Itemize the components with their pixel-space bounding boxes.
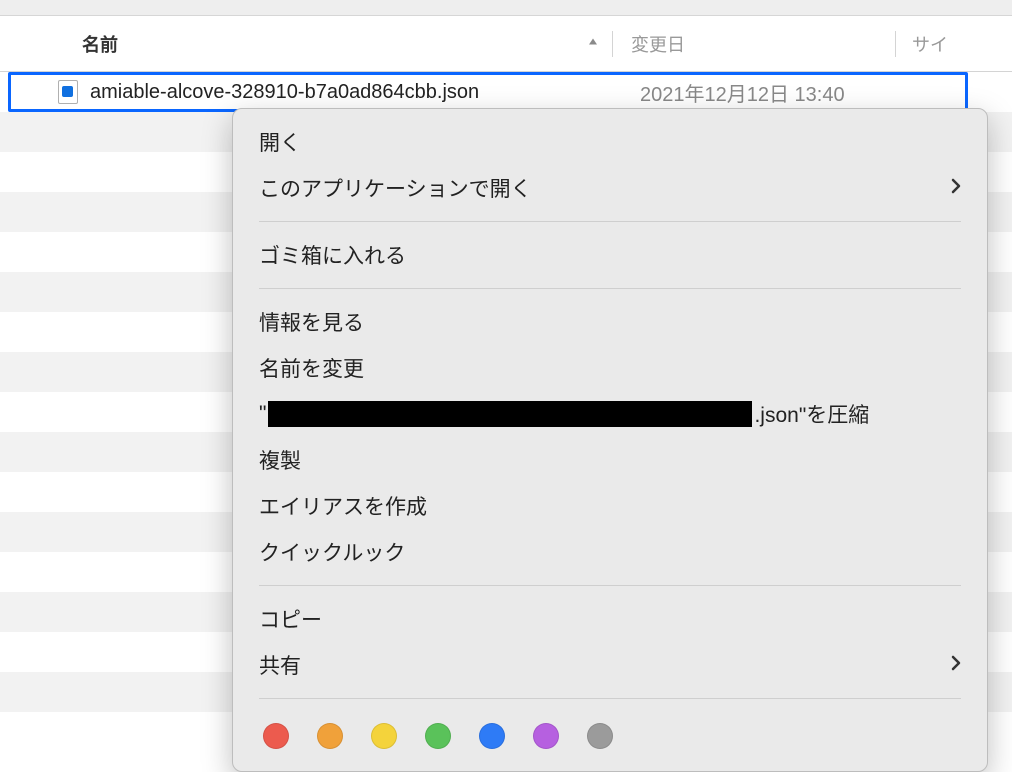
file-row[interactable]: amiable-alcove-328910-b7a0ad864cbb.json …	[0, 72, 1012, 112]
tag-blue[interactable]	[479, 723, 505, 749]
menu-item-duplicate[interactable]: 複製	[233, 437, 987, 483]
menu-item-open[interactable]: 開く	[233, 119, 987, 165]
tag-green[interactable]	[425, 723, 451, 749]
menu-item-make-alias[interactable]: エイリアスを作成	[233, 483, 987, 529]
menu-item-label: エイリアスを作成	[259, 491, 427, 521]
toolbar-background-strip	[0, 0, 1012, 16]
column-header-size-label: サイ	[912, 35, 948, 55]
menu-item-compress[interactable]: " .json"を圧縮	[233, 391, 987, 437]
menu-item-rename[interactable]: 名前を変更	[233, 345, 987, 391]
menu-separator	[259, 221, 961, 222]
column-header-row: 名前 変更日 サイ	[0, 16, 1012, 72]
column-header-size[interactable]: サイ	[896, 31, 1012, 57]
menu-item-move-to-trash[interactable]: ゴミ箱に入れる	[233, 232, 987, 278]
menu-item-label: このアプリケーションで開く	[259, 173, 532, 203]
tag-purple[interactable]	[533, 723, 559, 749]
menu-item-label: ゴミ箱に入れる	[259, 240, 406, 270]
menu-item-copy[interactable]: コピー	[233, 596, 987, 642]
menu-item-label: コピー	[259, 604, 322, 634]
sort-ascending-icon[interactable]	[586, 33, 600, 54]
tag-color-row	[233, 709, 987, 749]
menu-item-share[interactable]: 共有	[233, 642, 987, 688]
menu-item-get-info[interactable]: 情報を見る	[233, 299, 987, 345]
menu-item-label: 共有	[259, 650, 301, 680]
menu-separator	[259, 288, 961, 289]
tag-orange[interactable]	[317, 723, 343, 749]
menu-item-label: クイックルック	[259, 537, 405, 567]
menu-separator	[259, 698, 961, 699]
menu-item-label: 開く	[259, 127, 301, 157]
tag-red[interactable]	[263, 723, 289, 749]
context-menu: 開く このアプリケーションで開く ゴミ箱に入れる 情報を見る 名前を変更 " .…	[232, 108, 988, 772]
menu-item-label: 情報を見る	[259, 307, 364, 337]
menu-item-quick-look[interactable]: クイックルック	[233, 529, 987, 575]
column-header-modified[interactable]: 変更日	[613, 31, 895, 57]
menu-separator	[259, 585, 961, 586]
json-file-icon	[58, 80, 78, 104]
column-header-name-label: 名前	[82, 31, 118, 57]
file-modified-label: 2021年12月12日 13:40	[640, 78, 845, 107]
column-header-name[interactable]: 名前	[0, 31, 612, 57]
menu-item-label: 名前を変更	[259, 353, 364, 383]
redacted-filename	[268, 401, 752, 427]
tag-gray[interactable]	[587, 723, 613, 749]
chevron-right-icon	[951, 176, 961, 200]
menu-item-label: 複製	[259, 445, 301, 475]
column-header-modified-label: 変更日	[631, 35, 685, 55]
menu-item-open-with[interactable]: このアプリケーションで開く	[233, 165, 987, 211]
compress-prefix: "	[259, 402, 266, 426]
chevron-right-icon	[951, 653, 961, 677]
file-name-label: amiable-alcove-328910-b7a0ad864cbb.json	[90, 81, 479, 104]
compress-suffix: .json"を圧縮	[754, 399, 869, 429]
tag-yellow[interactable]	[371, 723, 397, 749]
